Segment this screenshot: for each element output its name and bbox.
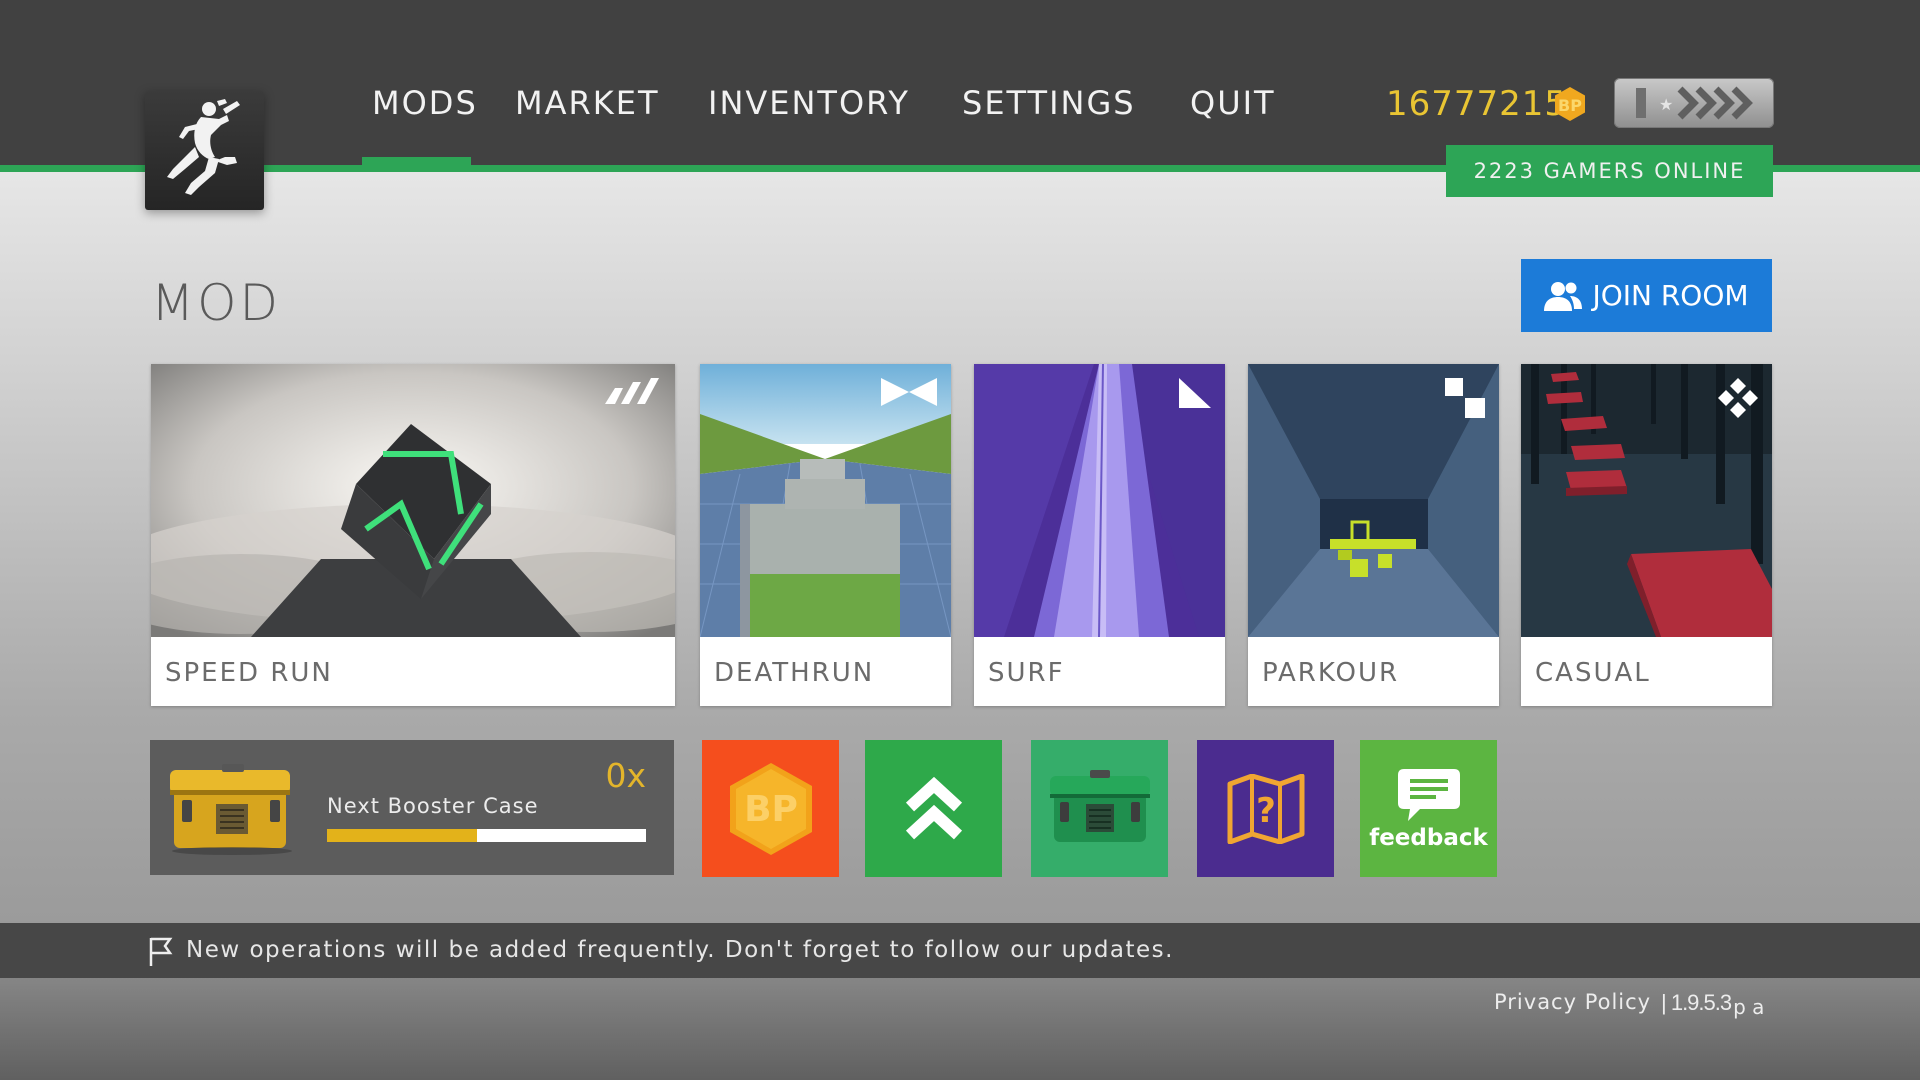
cases-tile[interactable] xyxy=(1031,740,1168,877)
svg-text:BP: BP xyxy=(744,789,798,830)
feedback-tile[interactable]: feedback xyxy=(1360,740,1497,877)
green-case-icon xyxy=(1049,769,1150,842)
booster-case-icon xyxy=(170,764,292,855)
feedback-label: feedback xyxy=(1369,824,1488,851)
missions-tile[interactable]: ? xyxy=(1197,740,1334,877)
game-logo xyxy=(145,91,264,210)
booster-label: Next Booster Case xyxy=(327,794,539,818)
booster-progress-bar xyxy=(327,829,646,842)
svg-text:BP: BP xyxy=(1558,96,1582,115)
squares-icon xyxy=(1445,378,1485,418)
nav-tab-quit[interactable]: QUIT xyxy=(1190,84,1276,122)
double-chevron-up-icon xyxy=(905,776,962,839)
feedback-icon xyxy=(1397,768,1460,821)
join-room-button[interactable]: JOIN ROOM xyxy=(1521,259,1772,332)
mod-name-deathrun: DEATHRUN xyxy=(714,658,875,688)
flag-icon xyxy=(149,937,173,966)
nav-tab-settings[interactable]: SETTINGS xyxy=(962,84,1136,122)
booster-progress-fill xyxy=(327,829,477,842)
bowtie-icon xyxy=(881,378,937,406)
mod-card-deathrun[interactable]: DEATHRUN xyxy=(700,364,951,706)
section-title: MOD xyxy=(151,274,281,332)
bars-icon xyxy=(605,378,659,404)
svg-text:?: ? xyxy=(1256,791,1276,831)
mod-card-speed-run[interactable]: SPEED RUN xyxy=(151,364,675,706)
nav-tab-mods[interactable]: MODS xyxy=(372,84,478,122)
booster-case-panel[interactable]: Next Booster Case 0x xyxy=(150,740,674,875)
bp-coin-icon: BP xyxy=(1555,87,1585,121)
join-room-label: JOIN ROOM xyxy=(1592,279,1749,312)
currency-amount: 16777215 xyxy=(1386,84,1568,124)
rank-badge[interactable]: ★ xyxy=(1614,78,1774,128)
online-players-text: 2223 GAMERS ONLINE xyxy=(1473,159,1746,183)
rank-up-tile[interactable] xyxy=(865,740,1002,877)
mod-name-speed-run: SPEED RUN xyxy=(165,658,333,688)
mod-name-surf: SURF xyxy=(988,658,1065,688)
rank-chevrons-icon: ★ xyxy=(1636,86,1753,120)
users-icon xyxy=(1544,281,1583,311)
bp-icon: BP xyxy=(729,762,812,855)
speed-run-artwork xyxy=(151,364,675,637)
announcement-text: New operations will be added frequently.… xyxy=(186,937,1174,963)
booster-count: 0x xyxy=(605,756,646,795)
online-players-banner: 2223 GAMERS ONLINE xyxy=(1446,145,1773,197)
map-question-icon: ? xyxy=(1227,773,1304,844)
nav-tab-inventory[interactable]: INVENTORY xyxy=(708,84,910,122)
mod-card-parkour[interactable]: PARKOUR xyxy=(1248,364,1499,706)
bp-shop-tile[interactable]: BP xyxy=(702,740,839,877)
triangle-icon xyxy=(1179,378,1211,408)
jumping-soldier-icon xyxy=(167,99,240,195)
svg-text:★: ★ xyxy=(1659,95,1673,114)
mod-card-surf[interactable]: SURF xyxy=(974,364,1225,706)
announcement-bar: New operations will be added frequently.… xyxy=(0,923,1920,978)
mod-name-parkour: PARKOUR xyxy=(1262,658,1400,688)
mod-card-casual[interactable]: CASUAL xyxy=(1521,364,1772,706)
version-number: | 1.9.5.3 xyxy=(1661,990,1732,1015)
privacy-policy-link[interactable]: Privacy Policy xyxy=(1494,990,1651,1014)
version-suffix: p a xyxy=(1733,995,1765,1019)
nav-active-indicator xyxy=(362,157,471,165)
nav-tab-market[interactable]: MARKET xyxy=(515,84,659,122)
diamond-icon xyxy=(1718,378,1758,418)
version-info: | 1.9.5.3 p a xyxy=(1661,990,1765,1019)
mod-name-casual: CASUAL xyxy=(1535,658,1651,688)
